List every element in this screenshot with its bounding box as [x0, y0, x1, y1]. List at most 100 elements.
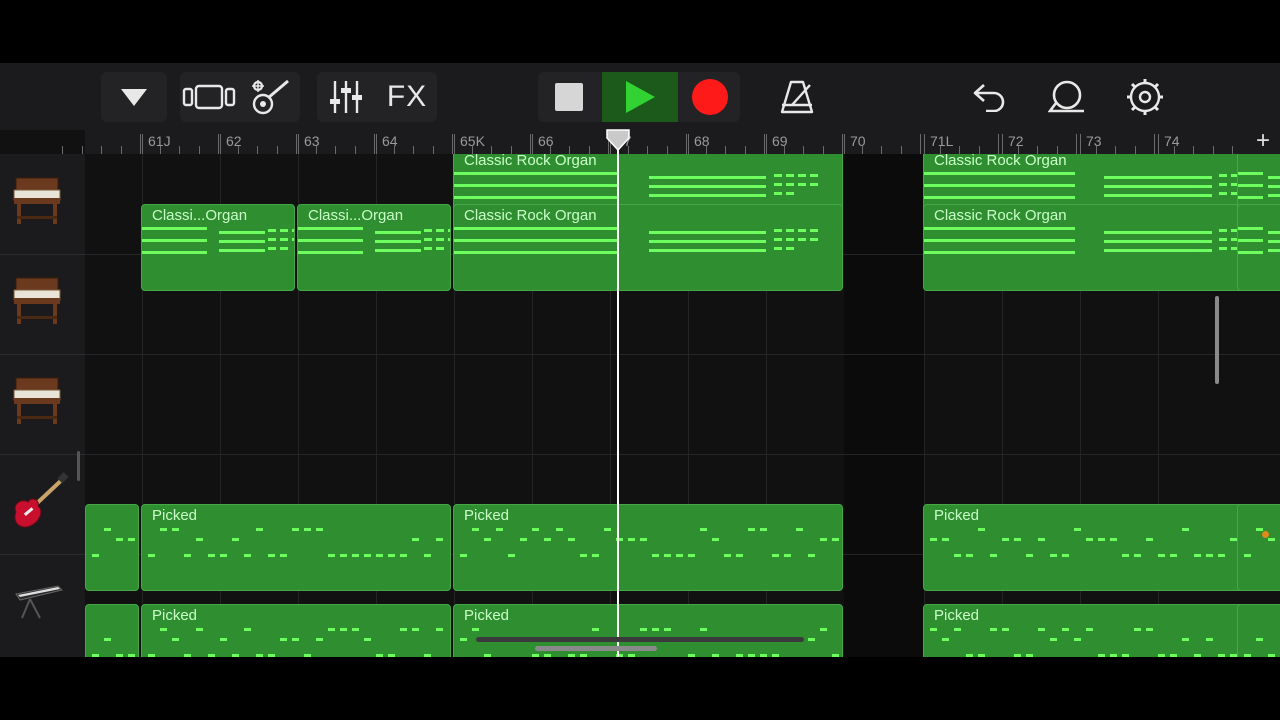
region[interactable]: Classi...Organ	[297, 204, 451, 291]
midi-note	[774, 174, 782, 177]
midi-note	[92, 654, 99, 657]
ruler-bar-line	[1080, 134, 1081, 154]
record-button[interactable]	[680, 72, 740, 122]
ruler-bar-line	[766, 134, 767, 154]
midi-note	[664, 554, 671, 557]
midi-note	[1014, 538, 1021, 541]
track-header-1[interactable]	[0, 154, 85, 255]
tracks-view-button[interactable]	[180, 72, 240, 122]
ruler-tick	[686, 134, 687, 154]
garageband-app: FX + 61J 62 63 64 65K 66 68 69 70 71L 72…	[0, 63, 1280, 657]
midi-note	[1182, 528, 1189, 531]
midi-note	[364, 554, 371, 557]
ruler-tick	[1193, 146, 1194, 154]
midi-note	[1256, 638, 1263, 641]
midi-note	[930, 628, 937, 631]
add-section-button[interactable]: +	[1256, 127, 1270, 155]
track-header-5[interactable]	[0, 554, 85, 654]
track-header-2[interactable]	[0, 254, 85, 355]
midi-note	[436, 628, 443, 631]
midi-note	[796, 528, 803, 531]
region[interactable]: Picked	[141, 604, 451, 657]
ruler-tick	[199, 146, 200, 154]
region-partial[interactable]	[85, 504, 139, 591]
midi-note	[924, 172, 1075, 175]
midi-note	[104, 638, 111, 641]
midi-note	[116, 654, 123, 657]
midi-note	[724, 554, 731, 557]
ruler-tick	[940, 146, 941, 154]
fx-button[interactable]: FX	[377, 72, 437, 122]
track-list-scrollbar[interactable]	[77, 451, 80, 481]
midi-note	[472, 628, 479, 631]
region-partial[interactable]	[1237, 604, 1280, 657]
region[interactable]: Picked	[923, 604, 1280, 657]
ruler-tick	[394, 146, 395, 154]
midi-note	[520, 538, 527, 541]
region[interactable]: Picked	[923, 504, 1280, 591]
smart-controls-button[interactable]	[242, 72, 300, 122]
midi-note	[774, 229, 782, 232]
undo-button[interactable]	[964, 72, 1014, 122]
playhead[interactable]	[617, 130, 619, 657]
horizontal-scroll-track[interactable]	[476, 637, 804, 642]
region-name: Classic Rock Organ	[934, 154, 1067, 169]
playhead-handle[interactable]	[605, 129, 631, 151]
region-edge-marker	[1262, 531, 1269, 538]
metronome-icon	[780, 80, 814, 114]
horizontal-scroll-thumb[interactable]	[535, 646, 657, 651]
region[interactable]: Picked	[141, 504, 451, 591]
ruler-tick	[550, 146, 551, 154]
midi-note	[436, 229, 444, 232]
midi-note	[1256, 528, 1263, 531]
ruler-tick	[62, 146, 63, 154]
midi-note	[1014, 654, 1021, 657]
midi-note	[484, 538, 491, 541]
region-partial[interactable]	[85, 604, 139, 657]
track-area[interactable]: Classic Rock Organ Classic Rock Organ Clas…	[85, 154, 1280, 657]
midi-note	[580, 654, 587, 657]
view-group	[180, 72, 300, 122]
stop-button[interactable]	[538, 72, 600, 122]
midi-note	[352, 628, 359, 631]
metronome-button[interactable]	[772, 72, 822, 122]
midi-note	[1104, 176, 1212, 179]
control-bar: FX	[0, 63, 1280, 130]
region[interactable]: Classic Rock Organ	[923, 204, 1280, 291]
ruler-tick	[823, 146, 824, 154]
mixer-button[interactable]	[317, 72, 375, 122]
midi-note	[412, 538, 419, 541]
timeline-ruler[interactable]: + 61J62636465K666768697071L727374	[62, 127, 1280, 155]
organ-icon	[13, 177, 61, 224]
ruler-tick	[1232, 146, 1233, 154]
organ-icon	[13, 377, 61, 424]
midi-note	[1268, 249, 1280, 252]
ruler-bar-label: 68	[694, 133, 710, 149]
browser-dropdown-button[interactable]	[101, 72, 167, 122]
region[interactable]: Picked	[453, 504, 843, 591]
midi-note	[966, 654, 973, 657]
track-header-4[interactable]	[0, 454, 85, 555]
midi-note	[1238, 172, 1263, 175]
ruler-bar-line	[298, 134, 299, 154]
midi-note	[649, 240, 766, 243]
region-partial[interactable]	[1237, 204, 1280, 291]
midi-note	[924, 227, 1075, 230]
vertical-scroll-thumb[interactable]	[1215, 296, 1219, 384]
region-name: Classic Rock Organ	[464, 207, 597, 224]
midi-note	[810, 183, 818, 186]
midi-note	[1050, 638, 1057, 641]
midi-note	[942, 638, 949, 641]
settings-button[interactable]	[1120, 72, 1170, 122]
play-button[interactable]	[602, 72, 678, 122]
midi-note	[652, 628, 659, 631]
region[interactable]: Classic Rock Organ	[453, 204, 843, 291]
region-partial[interactable]	[1237, 504, 1280, 591]
ruler-tick	[745, 146, 746, 154]
region[interactable]: Classi...Organ	[141, 204, 295, 291]
midi-note	[298, 251, 363, 254]
midi-note	[736, 654, 743, 657]
ruler-tick	[647, 146, 648, 154]
loop-browser-button[interactable]	[1042, 72, 1092, 122]
track-header-3[interactable]	[0, 354, 85, 455]
